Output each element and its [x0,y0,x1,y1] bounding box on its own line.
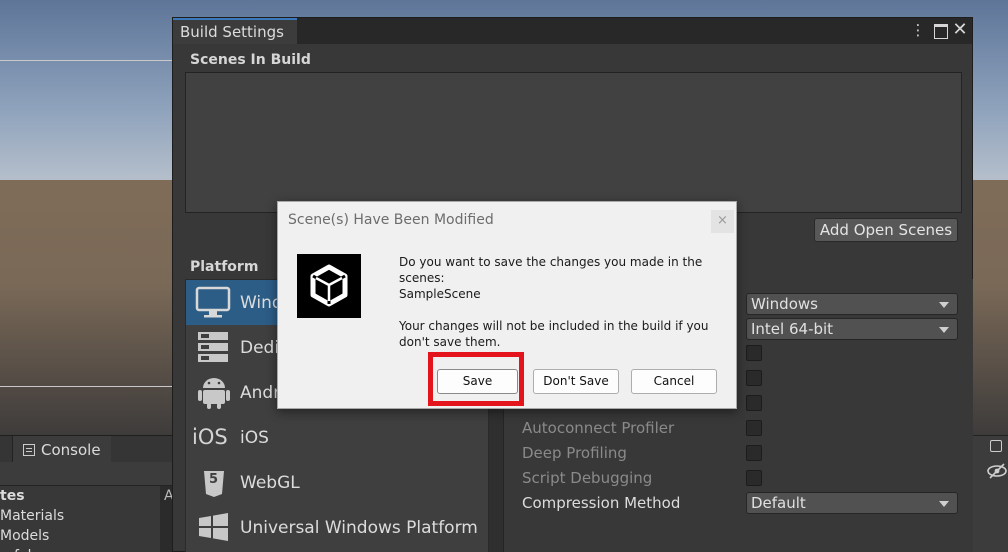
dialog-note-line: Your changes will not be included in the… [399,319,709,333]
architecture-dropdown[interactable]: Intel 64-bit [746,318,958,340]
dialog-title: Scene(s) Have Been Modified [288,212,494,228]
project-tree-header[interactable]: tes [0,486,160,506]
unity-logo-icon [297,254,361,318]
compression-method-label: Compression Method [522,494,681,512]
lock-icon[interactable] [990,440,1002,452]
dialog-message-line: scenes: [399,271,445,285]
console-toolbar [0,462,172,486]
target-platform-dropdown[interactable]: Windows [746,293,958,315]
compression-method-dropdown[interactable]: Default [746,492,958,514]
platform-item-label: Universal Windows Platform [240,517,478,538]
dropdown-value: Intel 64-bit [751,320,834,338]
dialog-note-line: don't save them. [399,335,501,349]
scenes-in-build-label: Scenes In Build [190,52,311,68]
setting-checkbox[interactable] [746,395,762,411]
tab-console-label: Console [41,440,101,459]
platform-item-webgl[interactable]: 5 WebGL [186,460,488,505]
tab-console[interactable]: Console [12,436,111,463]
deep-profiling-checkbox[interactable] [746,445,762,461]
caret-down-icon [939,327,949,333]
html5-icon: 5 [190,460,238,505]
eye-slash-icon[interactable] [986,462,1008,480]
console-icon [23,443,35,456]
project-tree-separator[interactable]: A [160,486,174,552]
platform-item-label: WebGL [240,472,300,493]
platform-item-label: iOS [240,427,269,448]
scene-guide-line [0,386,172,387]
ios-icon: iOS [190,415,238,460]
setting-checkbox[interactable] [746,345,762,361]
ios-icon-text: iOS [192,425,228,449]
server-icon [190,325,238,370]
caret-down-icon [939,501,949,507]
list-item[interactable]: Materials [0,506,160,526]
android-icon [190,370,238,415]
dropdown-value: Windows [751,295,818,313]
maximize-icon[interactable] [932,22,948,39]
html5-icon-text: 5 [209,472,219,487]
bottom-panel-tabs: Console [0,435,172,463]
scene-guide-line [0,60,172,61]
dialog-scene-name: SampleScene [399,287,481,301]
window-title-tab[interactable]: Build Settings [173,18,297,44]
list-item[interactable]: refabs [0,546,160,552]
project-tree: tes Materials Models refabs [0,486,160,552]
platform-item-ios[interactable]: iOS iOS [186,415,488,460]
platform-label: Platform [190,259,259,275]
monitor-icon [190,280,238,325]
windows-logo-icon [190,505,238,550]
dont-save-button[interactable]: Don't Save [533,369,619,394]
script-debugging-label: Script Debugging [522,469,653,487]
close-icon[interactable]: ✕ [952,21,968,39]
save-button[interactable]: Save [437,369,518,394]
platform-item-uwp[interactable]: Universal Windows Platform [186,505,488,550]
right-panel-strip [972,435,1008,552]
add-open-scenes-button[interactable]: Add Open Scenes [814,218,958,242]
kebab-menu-icon[interactable]: ⋮ [910,22,926,38]
dropdown-value: Default [751,494,806,512]
scene-modified-dialog: Scene(s) Have Been Modified × Do you wan… [277,201,737,409]
dialog-close-button[interactable]: × [711,210,734,233]
list-item[interactable]: Models [0,526,160,546]
scenes-list[interactable] [185,72,962,213]
deep-profiling-label: Deep Profiling [522,444,627,462]
autoconnect-profiler-label: Autoconnect Profiler [522,419,675,437]
setting-checkbox[interactable] [746,370,762,386]
caret-down-icon [939,302,949,308]
autoconnect-profiler-checkbox[interactable] [746,420,762,436]
dialog-message-line: Do you want to save the changes you made… [399,255,703,269]
window-title-bar[interactable]: Build Settings ⋮ ✕ [173,18,972,44]
cancel-button[interactable]: Cancel [631,369,717,394]
script-debugging-checkbox[interactable] [746,470,762,486]
